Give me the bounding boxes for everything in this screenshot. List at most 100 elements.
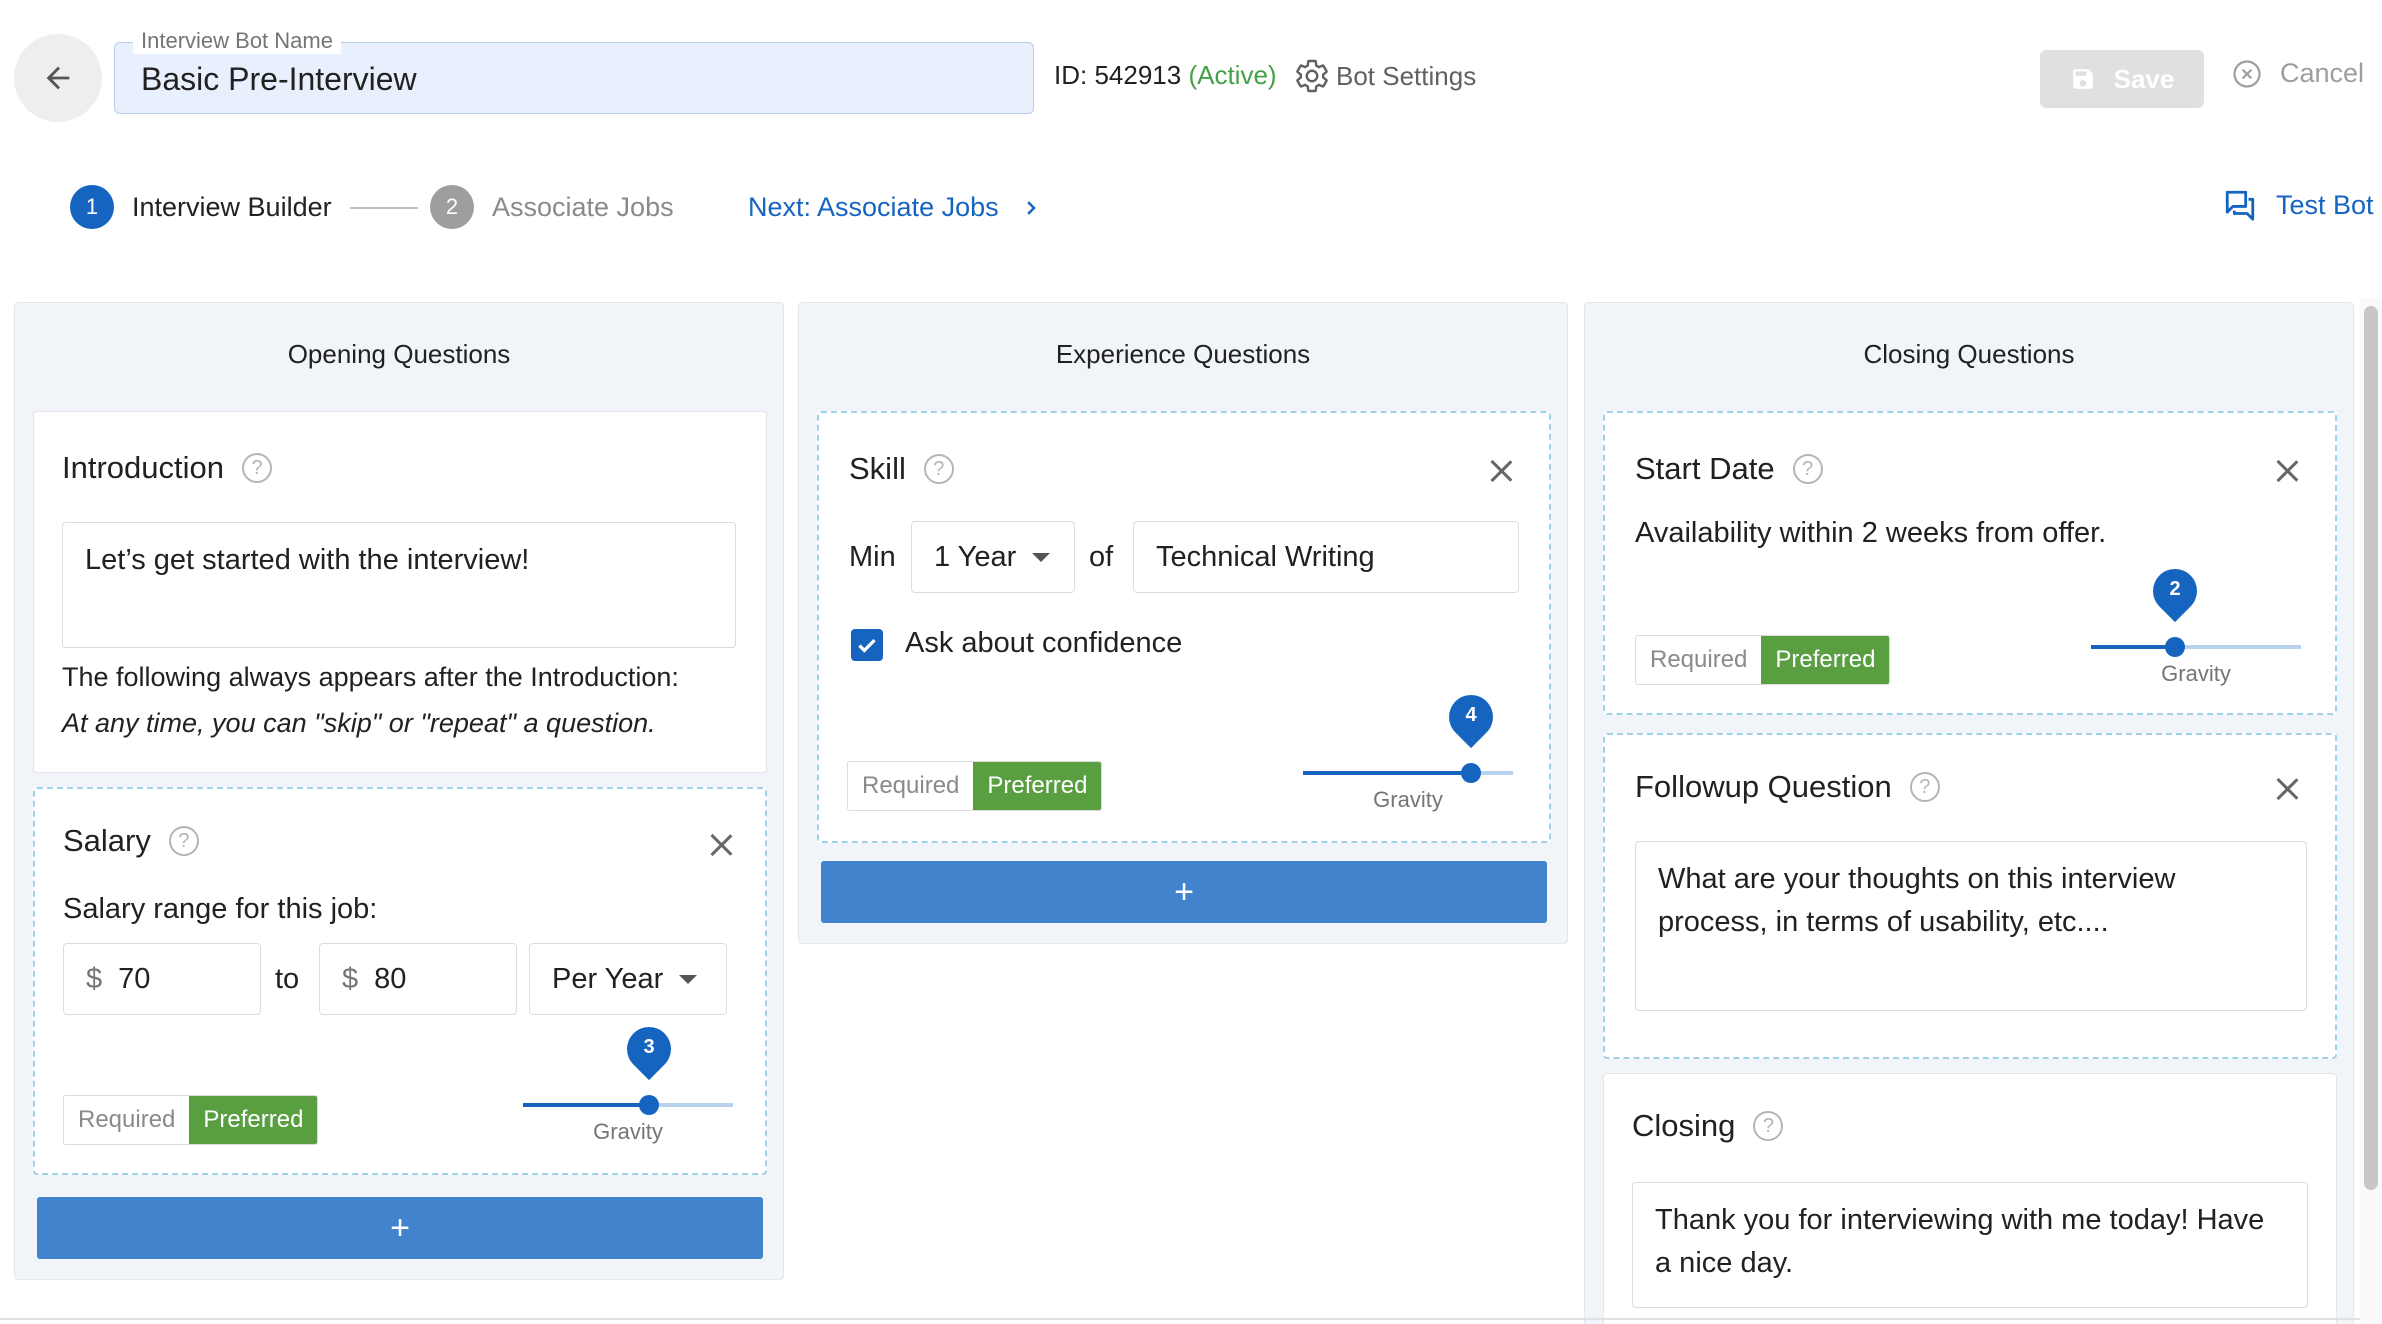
column-title: Opening Questions	[287, 339, 511, 369]
help-icon[interactable]: ?	[168, 826, 199, 856]
close-icon[interactable]	[707, 831, 735, 859]
step-connector	[350, 207, 418, 209]
salary-min-field[interactable]: $ 70	[63, 943, 261, 1015]
closing-questions-column: Closing Questions Start Date ? Availabil…	[1584, 302, 2354, 1324]
save-button[interactable]: Save	[2040, 50, 2204, 108]
floppy-disk-icon	[2072, 69, 2093, 89]
skill-title: Skill	[849, 451, 906, 486]
card-title: Introduction ?	[62, 450, 272, 486]
next-step-label: Next: Associate Jobs	[748, 192, 999, 222]
slider-fill	[523, 1103, 649, 1107]
step-label: Associate Jobs	[492, 191, 674, 222]
test-bot-label: Test Bot	[2276, 189, 2374, 220]
column-title: Closing Questions	[1863, 339, 2075, 369]
add-experience-question-button[interactable]: +	[821, 861, 1547, 923]
followup-question-card: Followup Question ? What are your though…	[1603, 733, 2337, 1059]
next-step-link[interactable]: Next: Associate Jobs	[748, 192, 1041, 223]
card-title: Closing ?	[1632, 1108, 1784, 1144]
close-icon[interactable]	[2273, 457, 2301, 485]
bot-id: ID: 542913 (Active)	[1054, 60, 1277, 91]
help-icon[interactable]: ?	[923, 454, 954, 484]
introduction-textarea[interactable]: Let’s get started with the interview!	[62, 522, 736, 648]
help-icon[interactable]: ?	[242, 453, 272, 483]
ask-confidence-checkbox[interactable]	[851, 629, 883, 661]
bot-name-input[interactable]: Basic Pre-Interview	[141, 61, 417, 98]
requirement-toggle[interactable]: Required Preferred	[1635, 635, 1891, 685]
bot-name-field[interactable]: Interview Bot Name Basic Pre-Interview	[114, 28, 1034, 114]
close-icon[interactable]	[1487, 457, 1515, 485]
card-title: Start Date ?	[1635, 451, 1823, 487]
required-option[interactable]: Required	[848, 762, 974, 810]
salary-max-field[interactable]: $ 80	[319, 943, 517, 1015]
cancel-label: Cancel	[2280, 58, 2365, 88]
skill-input[interactable]: Technical Writing	[1133, 521, 1519, 593]
salary-title: Salary	[63, 823, 151, 858]
help-icon[interactable]: ?	[1909, 772, 1940, 802]
salary-period-value: Per Year	[552, 962, 664, 995]
salary-max-value: 80	[374, 962, 407, 995]
skill-value: Technical Writing	[1156, 540, 1375, 573]
slider-thumb[interactable]	[639, 1095, 659, 1115]
card-title: Skill ?	[849, 451, 954, 487]
preferred-option[interactable]: Preferred	[189, 1096, 318, 1144]
chevron-right-icon	[1026, 200, 1036, 215]
bot-name-label: Interview Bot Name	[133, 28, 341, 54]
card-title: Followup Question ?	[1635, 769, 1940, 805]
dropdown-caret-icon	[679, 974, 698, 984]
gravity-slider[interactable]: 3 Gravity	[523, 1017, 733, 1144]
vertical-scrollbar[interactable]	[2364, 306, 2378, 1190]
introduction-card: Introduction ? Let’s get started with th…	[33, 411, 767, 773]
slider-thumb[interactable]	[2165, 637, 2185, 657]
required-option[interactable]: Required	[64, 1096, 190, 1144]
save-label: Save	[2113, 63, 2175, 94]
start-date-title: Start Date	[1635, 451, 1775, 486]
min-label: Min	[849, 541, 896, 573]
card-title: Salary ?	[63, 823, 199, 859]
dropdown-caret-icon	[1032, 552, 1051, 562]
divider	[0, 1318, 2360, 1320]
start-date-card: Start Date ? Availability within 2 weeks…	[1603, 411, 2337, 715]
closing-textarea[interactable]: Thank you for interviewing with me today…	[1632, 1182, 2308, 1308]
required-option[interactable]: Required	[1636, 636, 1762, 684]
arrow-left-icon	[46, 66, 70, 90]
gravity-label: Gravity	[593, 1119, 663, 1144]
years-select[interactable]: 1 Year	[911, 521, 1075, 593]
closing-card: Closing ? Thank you for interviewing wit…	[1603, 1073, 2337, 1324]
step-interview-builder[interactable]: 1 Interview Builder	[70, 185, 332, 229]
help-icon[interactable]: ?	[1792, 454, 1823, 484]
add-opening-question-button[interactable]: +	[37, 1197, 763, 1259]
step-associate-jobs[interactable]: 2 Associate Jobs	[430, 185, 674, 229]
skill-card: Skill ? Min 1 Year of Technical Writing …	[817, 411, 1551, 843]
preferred-option[interactable]: Preferred	[1761, 636, 1890, 684]
slider-thumb[interactable]	[1461, 763, 1481, 783]
gravity-slider[interactable]: 2 Gravity	[2091, 559, 2301, 686]
column-title: Experience Questions	[1055, 339, 1311, 369]
cancel-button[interactable]: Cancel	[2232, 58, 2364, 89]
test-bot-button[interactable]: Test Bot	[2222, 188, 2374, 222]
check-icon	[858, 638, 876, 653]
salary-period-select[interactable]: Per Year	[529, 943, 727, 1015]
start-date-text: Availability within 2 weeks from offer.	[1635, 517, 2107, 549]
preferred-option[interactable]: Preferred	[973, 762, 1102, 810]
followup-textarea[interactable]: What are your thoughts on this interview…	[1635, 841, 2307, 1011]
slider-fill	[2091, 645, 2175, 649]
step-number: 2	[430, 185, 474, 229]
back-button[interactable]	[14, 34, 102, 122]
introduction-note-italic: At any time, you can "skip" or "repeat" …	[62, 708, 656, 738]
step-number: 1	[70, 185, 114, 229]
ask-confidence-label: Ask about confidence	[905, 627, 1183, 659]
step-label: Interview Builder	[132, 191, 332, 222]
help-icon[interactable]: ?	[1753, 1111, 1784, 1141]
salary-card: Salary ? Salary range for this job: $ 70…	[33, 787, 767, 1175]
bot-settings-label: Bot Settings	[1336, 60, 1477, 91]
gravity-slider[interactable]: 4 Gravity	[1303, 685, 1513, 812]
close-icon[interactable]	[2273, 775, 2301, 803]
followup-title: Followup Question	[1635, 769, 1892, 804]
salary-min-value: 70	[118, 962, 151, 995]
slider-value: 2	[2169, 578, 2181, 600]
requirement-toggle[interactable]: Required Preferred	[847, 761, 1103, 811]
requirement-toggle[interactable]: Required Preferred	[63, 1095, 319, 1145]
slider-value: 4	[1465, 704, 1477, 726]
bot-settings-button[interactable]: Bot Settings	[1294, 58, 1476, 94]
gravity-label: Gravity	[2161, 661, 2231, 686]
